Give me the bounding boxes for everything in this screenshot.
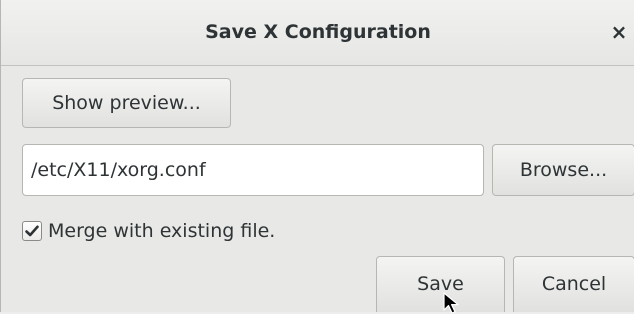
browse-label: Browse... (519, 159, 608, 181)
checkmark-icon (25, 225, 39, 237)
save-x-configuration-dialog: Save X Configuration × Show preview... /… (0, 0, 634, 314)
show-preview-label: Show preview... (52, 92, 201, 114)
merge-option-row: Merge with existing file. (22, 218, 275, 244)
mouse-pointer-icon (443, 292, 459, 314)
show-preview-button[interactable]: Show preview... (22, 78, 231, 128)
cancel-button[interactable]: Cancel (513, 256, 634, 312)
cancel-label: Cancel (541, 273, 607, 295)
merge-label: Merge with existing file. (48, 220, 276, 242)
dialog-title: Save X Configuration (205, 21, 431, 43)
title-bar[interactable]: Save X Configuration × (1, 0, 634, 66)
file-path-input[interactable]: /etc/X11/xorg.conf (22, 144, 484, 196)
merge-checkbox[interactable] (22, 221, 42, 241)
save-button[interactable]: Save (376, 256, 505, 312)
browse-button[interactable]: Browse... (492, 144, 634, 196)
close-icon[interactable]: × (607, 20, 631, 44)
